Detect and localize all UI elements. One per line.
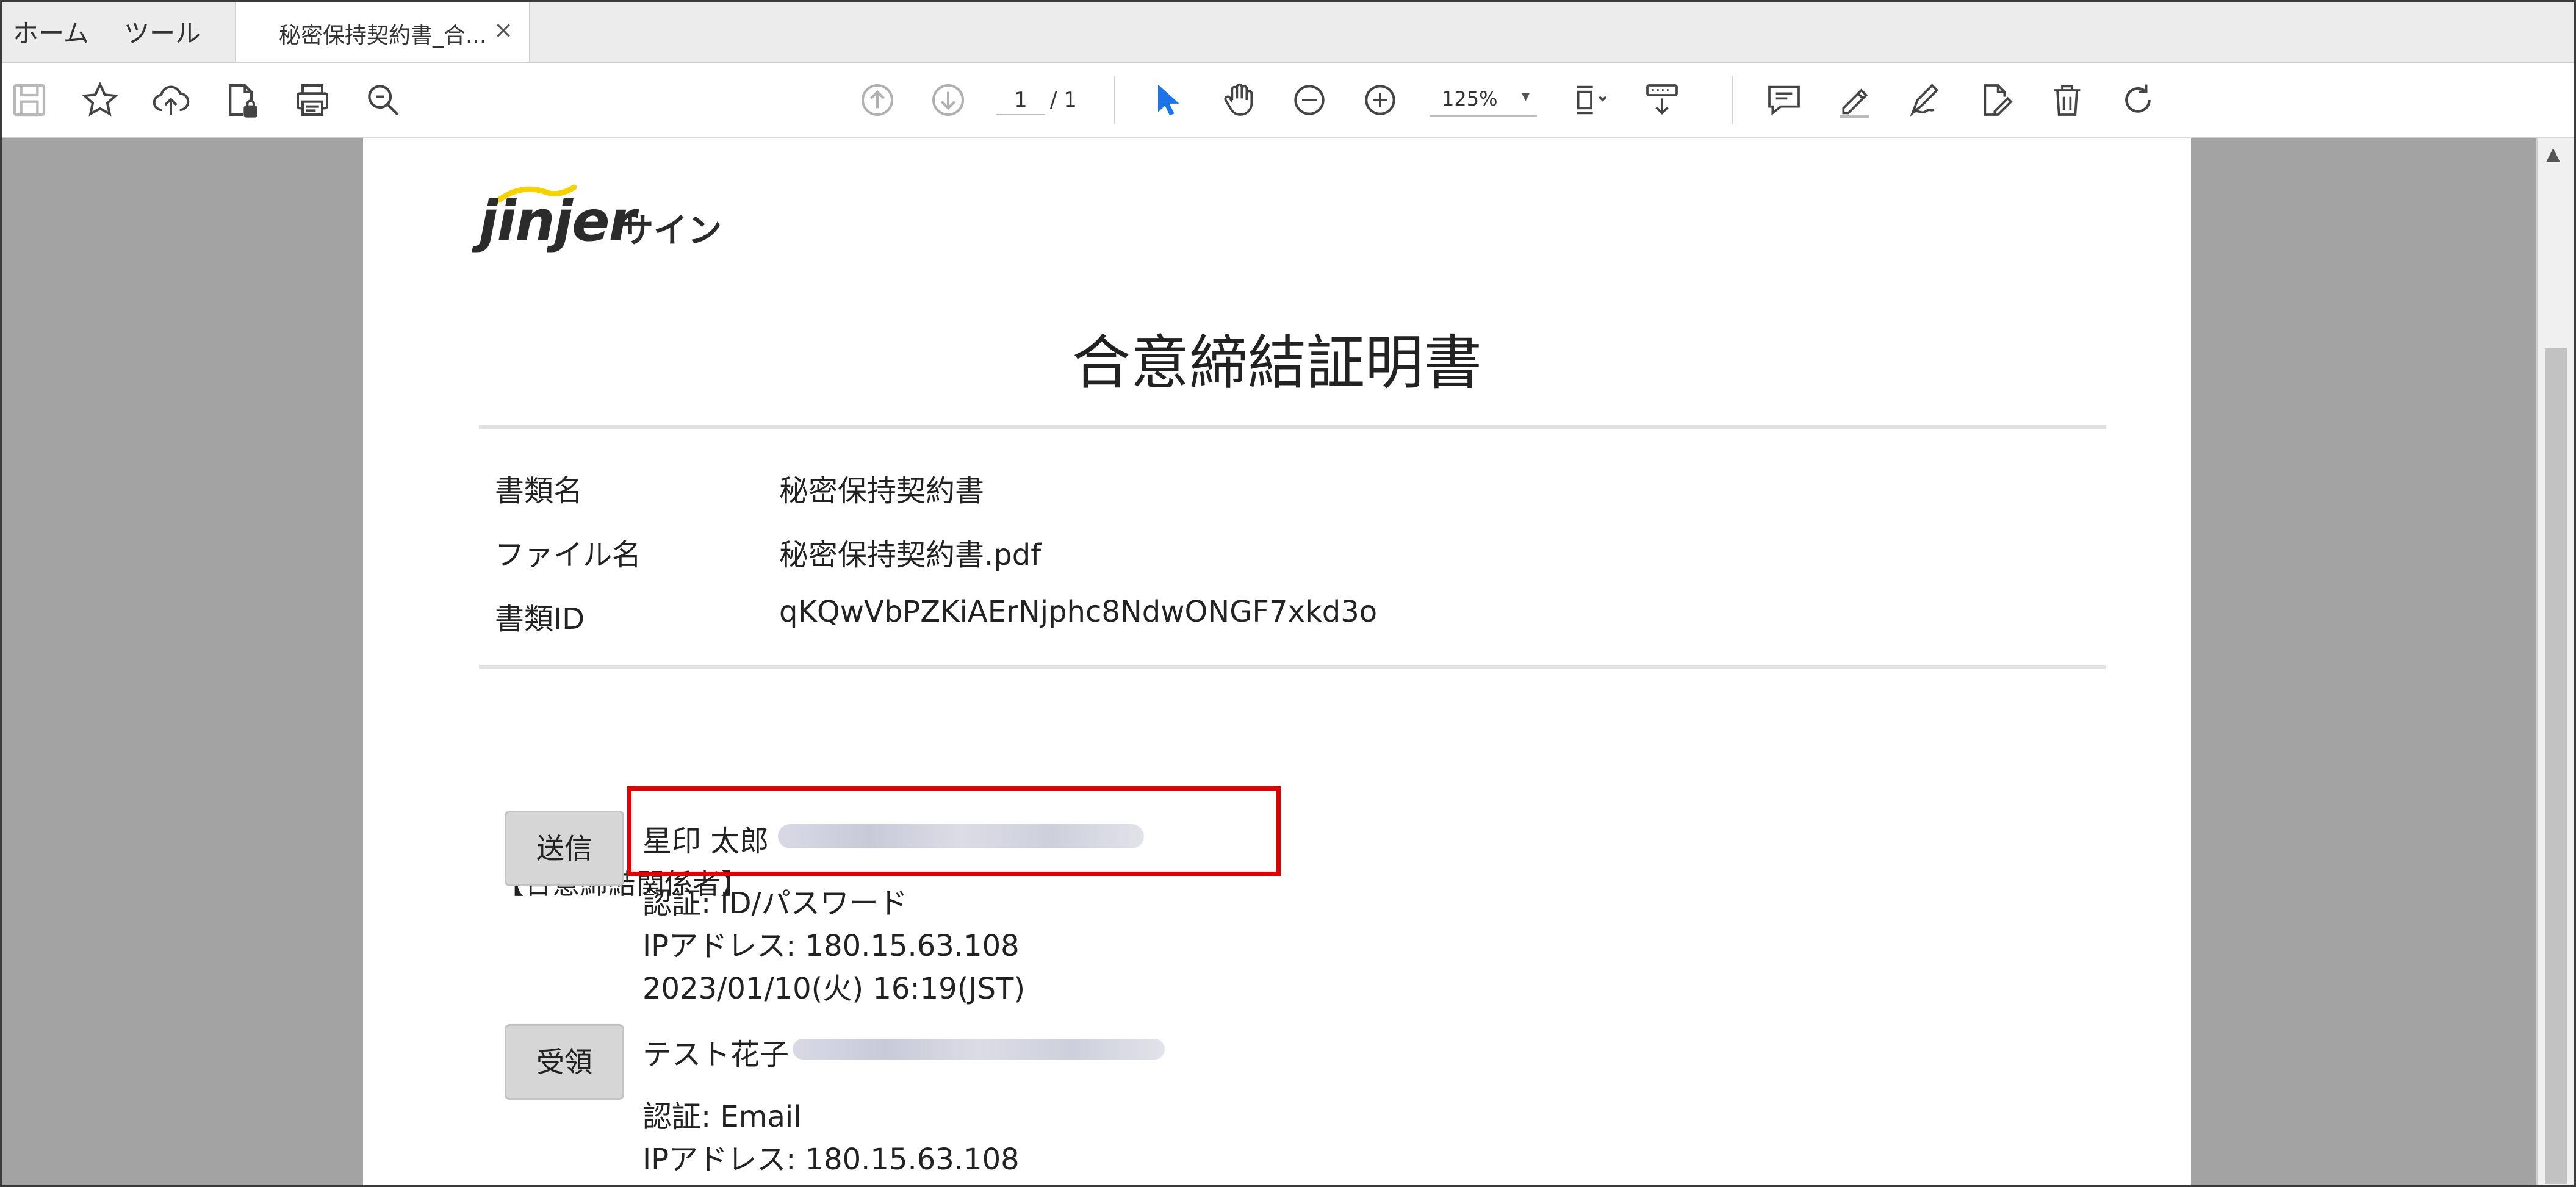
tab-home[interactable]: ホーム <box>13 13 89 50</box>
zoom-select[interactable]: 125% ▾ <box>1430 85 1537 117</box>
info-value-document-name: 秘密保持契約書 <box>779 474 985 508</box>
vertical-scrollbar[interactable]: ▲ <box>2536 138 2574 1185</box>
toolbar: 1 / 1 125% ▾ <box>2 63 2574 138</box>
logo-suffix: サイン <box>619 211 722 251</box>
pdf-page: jinjer サイン 合意締結証明書 書類名 秘密保持契約書 ファイル名 秘密保… <box>363 138 2191 1185</box>
zoom-value: 125% <box>1442 87 1498 110</box>
trash-icon[interactable] <box>2046 79 2089 121</box>
highlight-pen-icon[interactable] <box>1833 79 1876 121</box>
comment-icon[interactable] <box>1763 79 1805 121</box>
document-viewer[interactable]: ▲ jinjer サイン 合意締結証明書 書類名 秘密保持契約書 ファイル名 秘… <box>2 138 2574 1185</box>
page-down-icon[interactable] <box>927 79 970 121</box>
redacted-email <box>793 1039 1165 1060</box>
select-cursor-icon[interactable] <box>1146 79 1189 121</box>
document-tab-label: 秘密保持契約書_合... <box>279 23 487 48</box>
party-auth-sender: 認証: ID/パスワード <box>642 886 908 920</box>
party-ip-sender: IPアドレス: 180.15.63.108 <box>642 929 1020 963</box>
divider <box>479 425 2106 429</box>
document-title: 合意締結証明書 <box>1072 329 1482 397</box>
bookmark-star-icon[interactable] <box>79 79 121 121</box>
party-ip-receiver: IPアドレス: 180.15.63.108 <box>642 1142 1020 1177</box>
close-tab-icon[interactable]: × <box>494 16 513 43</box>
role-badge-sender: 送信 <box>505 811 624 886</box>
party-datetime-sender: 2023/01/10(火) 16:19(JST) <box>642 972 1026 1006</box>
page-up-icon[interactable] <box>856 79 899 121</box>
upload-cloud-icon[interactable] <box>149 79 192 121</box>
party-name-receiver: テスト花子 <box>642 1038 790 1072</box>
hand-tool-icon[interactable] <box>1217 79 1260 121</box>
sign-icon[interactable] <box>1904 79 1947 121</box>
page-total: / 1 <box>1050 88 1077 112</box>
info-label-file-name: ファイル名 <box>495 538 642 572</box>
scroll-up-icon[interactable]: ▲ <box>2546 143 2560 165</box>
divider <box>479 665 2106 669</box>
rotate-icon[interactable] <box>2117 79 2159 121</box>
toolbar-divider <box>1732 76 1733 124</box>
page-number-input[interactable]: 1 <box>996 86 1045 115</box>
role-badge-receiver: 受領 <box>505 1024 624 1100</box>
info-label-document-name: 書類名 <box>495 474 583 508</box>
zoom-in-icon[interactable] <box>1359 79 1401 121</box>
zoom-search-icon[interactable] <box>362 79 405 121</box>
toolbar-divider <box>1114 76 1115 124</box>
page-fit-icon[interactable] <box>1570 79 1613 121</box>
zoom-out-icon[interactable] <box>1288 79 1331 121</box>
party-auth-receiver: 認証: Email <box>642 1100 802 1134</box>
tab-document[interactable]: 秘密保持契約書_合... × <box>235 2 530 62</box>
edit-pdf-icon[interactable] <box>1975 79 2018 121</box>
tab-bar: ホーム ツール 秘密保持契約書_合... × <box>2 2 2574 63</box>
info-value-document-id: qKQwVbPZKiAErNjphc8NdwONGF7xkd3o <box>779 595 1378 629</box>
logo-wordmark: jinjer <box>479 188 636 254</box>
highlight-box <box>627 786 1281 876</box>
lock-file-icon[interactable] <box>220 79 263 121</box>
info-value-file-name: 秘密保持契約書.pdf <box>779 538 1042 572</box>
pdf-viewer-window: ホーム ツール 秘密保持契約書_合... × 1 / 1 125% ▾ ▲ ji… <box>0 0 2576 1187</box>
chevron-down-icon: ▾ <box>1521 87 1530 106</box>
save-icon[interactable] <box>8 79 51 121</box>
info-label-document-id: 書類ID <box>495 602 585 636</box>
scrollbar-thumb[interactable] <box>2545 348 2567 1184</box>
print-icon[interactable] <box>291 79 334 121</box>
scroll-mode-icon[interactable] <box>1641 79 1683 121</box>
tab-tools[interactable]: ツール <box>124 13 201 50</box>
